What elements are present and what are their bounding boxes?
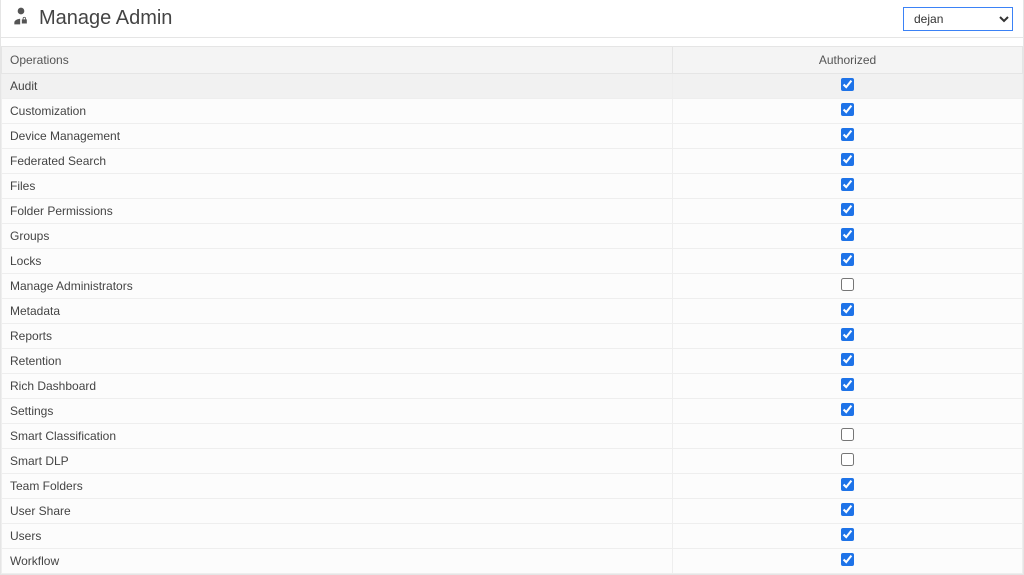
authorized-cell xyxy=(673,224,1023,249)
authorized-cell xyxy=(673,249,1023,274)
table-row: Settings xyxy=(2,399,1023,424)
authorized-cell xyxy=(673,549,1023,574)
operation-cell: Device Management xyxy=(2,124,673,149)
operation-cell: Rich Dashboard xyxy=(2,374,673,399)
authorized-cell xyxy=(673,374,1023,399)
authorized-checkbox[interactable] xyxy=(841,553,854,566)
authorized-cell xyxy=(673,74,1023,99)
authorized-cell xyxy=(673,99,1023,124)
authorized-checkbox[interactable] xyxy=(841,103,854,116)
authorized-checkbox[interactable] xyxy=(841,228,854,241)
operation-cell: Groups xyxy=(2,224,673,249)
page-title: Manage Admin xyxy=(39,7,172,30)
authorized-cell xyxy=(673,424,1023,449)
authorized-checkbox[interactable] xyxy=(841,428,854,441)
table-row: Customization xyxy=(2,99,1023,124)
authorized-checkbox[interactable] xyxy=(841,378,854,391)
table-row: Reports xyxy=(2,324,1023,349)
operation-cell: Audit xyxy=(2,74,673,99)
operation-cell: Federated Search xyxy=(2,149,673,174)
table-row: Metadata xyxy=(2,299,1023,324)
operation-cell: Settings xyxy=(2,399,673,424)
operation-cell: Workflow xyxy=(2,549,673,574)
authorized-checkbox[interactable] xyxy=(841,503,854,516)
operation-cell: Reports xyxy=(2,324,673,349)
table-row: Rich Dashboard xyxy=(2,374,1023,399)
authorized-checkbox[interactable] xyxy=(841,453,854,466)
operation-cell: User Share xyxy=(2,499,673,524)
table-row: Retention xyxy=(2,349,1023,374)
authorized-checkbox[interactable] xyxy=(841,303,854,316)
authorized-checkbox[interactable] xyxy=(841,528,854,541)
table-row: Federated Search xyxy=(2,149,1023,174)
operation-cell: Locks xyxy=(2,249,673,274)
operation-cell: Users xyxy=(2,524,673,549)
authorized-checkbox[interactable] xyxy=(841,178,854,191)
authorized-checkbox[interactable] xyxy=(841,278,854,291)
authorized-cell xyxy=(673,149,1023,174)
authorized-cell xyxy=(673,174,1023,199)
page-container: Manage Admin dejan Operations Authorized… xyxy=(0,0,1024,575)
authorized-checkbox[interactable] xyxy=(841,128,854,141)
table-row: Audit xyxy=(2,74,1023,99)
table-row: Folder Permissions xyxy=(2,199,1023,224)
operation-cell: Manage Administrators xyxy=(2,274,673,299)
operation-cell: Folder Permissions xyxy=(2,199,673,224)
authorized-checkbox[interactable] xyxy=(841,403,854,416)
operation-cell: Customization xyxy=(2,99,673,124)
column-header-authorized: Authorized xyxy=(673,47,1023,74)
authorized-checkbox[interactable] xyxy=(841,328,854,341)
operation-cell: Files xyxy=(2,174,673,199)
authorized-cell xyxy=(673,524,1023,549)
operation-cell: Metadata xyxy=(2,299,673,324)
user-select[interactable]: dejan xyxy=(903,7,1013,31)
table-row: Workflow xyxy=(2,549,1023,574)
table-row: Smart Classification xyxy=(2,424,1023,449)
authorized-checkbox[interactable] xyxy=(841,478,854,491)
authorized-cell xyxy=(673,124,1023,149)
title-wrap: Manage Admin xyxy=(11,6,172,31)
authorized-cell xyxy=(673,474,1023,499)
authorized-checkbox[interactable] xyxy=(841,353,854,366)
table-row: Device Management xyxy=(2,124,1023,149)
authorized-cell xyxy=(673,324,1023,349)
table-row: Team Folders xyxy=(2,474,1023,499)
authorized-checkbox[interactable] xyxy=(841,203,854,216)
authorized-cell xyxy=(673,349,1023,374)
header-bar: Manage Admin dejan xyxy=(1,0,1023,38)
table-row: User Share xyxy=(2,499,1023,524)
table-row: Files xyxy=(2,174,1023,199)
authorized-cell xyxy=(673,499,1023,524)
table-row: Users xyxy=(2,524,1023,549)
table-row: Groups xyxy=(2,224,1023,249)
authorized-cell xyxy=(673,299,1023,324)
operation-cell: Retention xyxy=(2,349,673,374)
table-row: Locks xyxy=(2,249,1023,274)
operation-cell: Smart Classification xyxy=(2,424,673,449)
table-row: Smart DLP xyxy=(2,449,1023,474)
authorized-cell xyxy=(673,274,1023,299)
operation-cell: Smart DLP xyxy=(2,449,673,474)
authorized-checkbox[interactable] xyxy=(841,253,854,266)
user-lock-icon xyxy=(11,6,31,31)
authorized-cell xyxy=(673,449,1023,474)
permissions-table: Operations Authorized AuditCustomization… xyxy=(1,46,1023,574)
operation-cell: Team Folders xyxy=(2,474,673,499)
authorized-cell xyxy=(673,399,1023,424)
authorized-checkbox[interactable] xyxy=(841,78,854,91)
table-row: Manage Administrators xyxy=(2,274,1023,299)
authorized-cell xyxy=(673,199,1023,224)
column-header-operations: Operations xyxy=(2,47,673,74)
authorized-checkbox[interactable] xyxy=(841,153,854,166)
